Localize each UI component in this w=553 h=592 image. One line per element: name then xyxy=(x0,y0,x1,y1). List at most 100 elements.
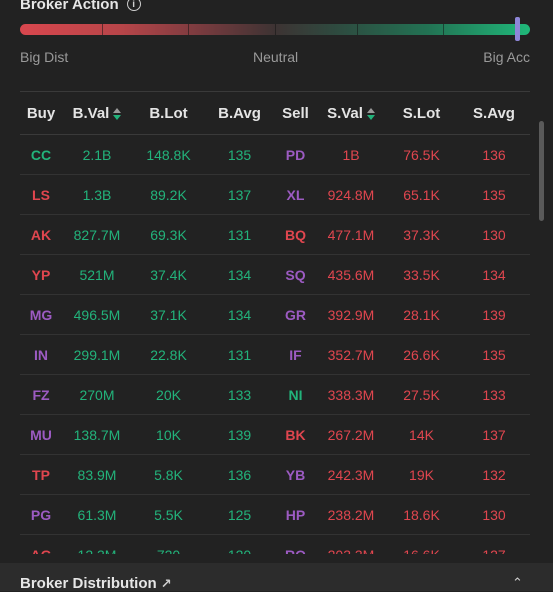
seller-code[interactable]: GR xyxy=(274,294,317,335)
sell-lot: 16.6K xyxy=(385,534,458,554)
gauge-scale-labels: Big Dist Neutral Big Acc xyxy=(20,49,530,65)
buyer-code[interactable]: AG xyxy=(20,534,62,554)
broker-table: Buy B.Val B.Lot B.Avg Sell S.Val S.Lot S.Avg CC… xyxy=(20,92,530,554)
table-scrollbar[interactable] xyxy=(539,121,544,221)
sell-lot: 18.6K xyxy=(385,494,458,535)
table-header-row: Buy B.Val B.Lot B.Avg Sell S.Val S.Lot S.Avg xyxy=(20,92,530,135)
buy-lot: 22.8K xyxy=(132,334,205,375)
table-row[interactable]: TP 83.9M 5.8K 136 YB 242.3M 19K 132 xyxy=(20,454,530,495)
seller-code[interactable]: SQ xyxy=(274,254,317,295)
sell-lot: 65.1K xyxy=(385,174,458,215)
table-row[interactable]: MG 496.5M 37.1K 134 GR 392.9M 28.1K 139 xyxy=(20,294,530,335)
buy-value: 138.7M xyxy=(62,414,132,455)
table-row[interactable]: CC 2.1B 148.8K 135 PD 1B 76.5K 136 xyxy=(20,134,530,175)
seller-code[interactable]: HP xyxy=(274,494,317,535)
info-icon[interactable]: i xyxy=(126,0,141,11)
broker-distribution-header[interactable]: Broker Distribution ↗ ⌃ xyxy=(0,563,553,592)
gauge-tick xyxy=(102,24,103,35)
sell-average: 139 xyxy=(458,294,530,335)
buy-average: 120 xyxy=(205,534,274,554)
column-header-label: Buy xyxy=(26,104,56,122)
column-header-s-lot: S.Lot xyxy=(385,92,458,135)
buyer-code[interactable]: AK xyxy=(20,214,62,255)
buyer-code[interactable]: LS xyxy=(20,174,62,215)
table-row[interactable]: AG12.3M720120RO203.3M16.6K127 xyxy=(20,534,530,554)
buy-value: 827.7M xyxy=(62,214,132,255)
buy-value: 521M xyxy=(62,254,132,295)
seller-code[interactable]: RO xyxy=(274,534,317,554)
sell-average: 132 xyxy=(458,454,530,495)
table-row[interactable]: YP 521M 37.4K 134 SQ 435.6M 33.5K 134 xyxy=(20,254,530,295)
buy-lot: 720 xyxy=(132,534,205,554)
broker-table-container[interactable]: Buy B.Val B.Lot B.Avg Sell S.Val S.Lot S.Avg CC… xyxy=(20,91,530,554)
sell-average: 133 xyxy=(458,374,530,415)
buy-lot: 89.2K xyxy=(132,174,205,215)
buy-value: 12.3M xyxy=(62,534,132,554)
sell-average: 127 xyxy=(458,534,530,554)
buyer-code[interactable]: CC xyxy=(20,134,62,175)
gauge-tick xyxy=(275,24,276,35)
seller-code[interactable]: BK xyxy=(274,414,317,455)
buyer-code[interactable]: YP xyxy=(20,254,62,295)
seller-code[interactable]: XL xyxy=(274,174,317,215)
column-header-label: S.Val xyxy=(327,104,363,122)
buy-value: 496.5M xyxy=(62,294,132,335)
seller-code[interactable]: BQ xyxy=(274,214,317,255)
column-header-b-lot: B.Lot xyxy=(132,92,205,135)
buy-lot: 37.1K xyxy=(132,294,205,335)
column-header-s-val[interactable]: S.Val xyxy=(317,92,385,135)
buyer-code[interactable]: MU xyxy=(20,414,62,455)
column-header-label: S.Lot xyxy=(402,104,441,122)
buy-average: 136 xyxy=(205,454,274,495)
buyer-code[interactable]: TP xyxy=(20,454,62,495)
buyer-code[interactable]: FZ xyxy=(20,374,62,415)
table-row[interactable]: IN 299.1M 22.8K 131 IF 352.7M 26.6K 135 xyxy=(20,334,530,375)
sell-average: 135 xyxy=(458,334,530,375)
table-row[interactable]: FZ 270M 20K 133 NI 338.3M 27.5K 133 xyxy=(20,374,530,415)
buyer-code[interactable]: MG xyxy=(20,294,62,335)
seller-code[interactable]: IF xyxy=(274,334,317,375)
seller-code[interactable]: YB xyxy=(274,454,317,495)
column-header-sell: Sell xyxy=(274,92,317,135)
sell-average: 136 xyxy=(458,134,530,175)
buyer-code[interactable]: IN xyxy=(20,334,62,375)
table-body: CC 2.1B 148.8K 135 PD 1B 76.5K 136 LS 1.3B 89.2K 13… xyxy=(20,134,530,554)
sort-icon[interactable] xyxy=(113,107,122,120)
external-link-icon[interactable]: ↗ xyxy=(161,576,172,591)
big-dist-label: Big Dist xyxy=(20,49,69,65)
column-header-b-val[interactable]: B.Val xyxy=(62,92,132,135)
table-row[interactable]: MU 138.7M 10K 139 BK 267.2M 14K 137 xyxy=(20,414,530,455)
sell-lot: 26.6K xyxy=(385,334,458,375)
table-row[interactable]: PG 61.3M 5.5K 125 HP 238.2M 18.6K 130 xyxy=(20,494,530,535)
chevron-up-icon[interactable]: ⌃ xyxy=(512,575,523,591)
buy-lot: 20K xyxy=(132,374,205,415)
broker-action-header: Broker Action i xyxy=(20,0,141,14)
table-row[interactable]: AK 827.7M 69.3K 131 BQ 477.1M 37.3K 130 xyxy=(20,214,530,255)
sort-icon[interactable] xyxy=(366,107,375,120)
table-row[interactable]: LS 1.3B 89.2K 137 XL 924.8M 65.1K 135 xyxy=(20,174,530,215)
seller-code[interactable]: PD xyxy=(274,134,317,175)
buy-average: 131 xyxy=(205,214,274,255)
sell-lot: 76.5K xyxy=(385,134,458,175)
buy-average: 131 xyxy=(205,334,274,375)
sell-lot: 19K xyxy=(385,454,458,495)
section-title: Broker Action xyxy=(20,0,119,13)
sell-average: 137 xyxy=(458,414,530,455)
buy-average: 125 xyxy=(205,494,274,535)
sell-value: 338.3M xyxy=(317,374,385,415)
buy-lot: 148.8K xyxy=(132,134,205,175)
neutral-label: Neutral xyxy=(253,49,299,65)
gauge-tick xyxy=(188,24,189,35)
seller-code[interactable]: NI xyxy=(274,374,317,415)
sell-value: 477.1M xyxy=(317,214,385,255)
buyer-code[interactable]: PG xyxy=(20,494,62,535)
column-header-label: B.Avg xyxy=(218,104,261,122)
buy-average: 137 xyxy=(205,174,274,215)
sell-value: 242.3M xyxy=(317,454,385,495)
column-header-label: Sell xyxy=(282,104,309,122)
buy-average: 135 xyxy=(205,134,274,175)
sell-lot: 27.5K xyxy=(385,374,458,415)
sell-value: 267.2M xyxy=(317,414,385,455)
gauge-marker xyxy=(515,17,520,41)
sell-value: 203.3M xyxy=(317,534,385,554)
